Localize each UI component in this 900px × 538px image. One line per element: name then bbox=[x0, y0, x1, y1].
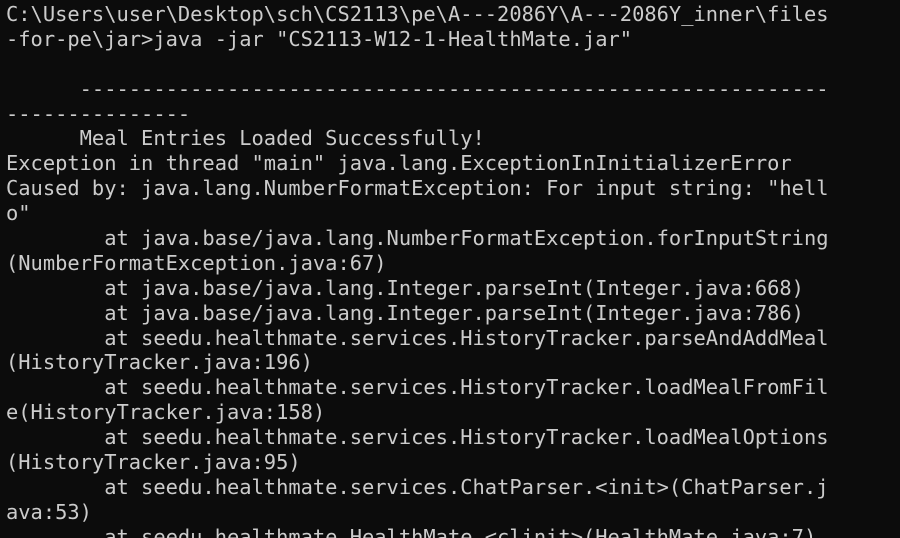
terminal-line-separator-wrap: --------------- bbox=[6, 101, 191, 126]
terminal-line-meal-loaded: Meal Entries Loaded Successfully! bbox=[6, 126, 485, 151]
terminal-line-exception: Exception in thread "main" java.lang.Exc… bbox=[6, 151, 792, 176]
stack-trace-line: at seedu.healthmate.services.HistoryTrac… bbox=[6, 375, 829, 400]
terminal-line-separator: ----------------------------------------… bbox=[6, 76, 829, 101]
terminal-line-command: -for-pe\jar>java -jar "CS2113-W12-1-Heal… bbox=[6, 26, 633, 51]
stack-trace-line: at seedu.healthmate.services.HistoryTrac… bbox=[6, 325, 829, 350]
stack-trace-line: at seedu.healthmate.HealthMate.<clinit>(… bbox=[6, 524, 817, 538]
stack-trace-line-wrap: (HistoryTracker.java:95) bbox=[6, 450, 301, 475]
stack-trace-line: at java.base/java.lang.NumberFormatExcep… bbox=[6, 226, 829, 251]
stack-trace-line-wrap: (NumberFormatException.java:67) bbox=[6, 250, 387, 275]
stack-trace-line: at java.base/java.lang.Integer.parseInt(… bbox=[6, 300, 804, 325]
terminal-line-caused-by: Caused by: java.lang.NumberFormatExcepti… bbox=[6, 176, 829, 201]
stack-trace-line: at seedu.healthmate.services.ChatParser.… bbox=[6, 474, 829, 499]
stack-trace-line: at java.base/java.lang.Integer.parseInt(… bbox=[6, 275, 804, 300]
terminal-line-caused-by-wrap: o" bbox=[6, 201, 31, 226]
stack-trace-line-wrap: e(HistoryTracker.java:158) bbox=[6, 400, 326, 425]
stack-trace-line-wrap: (HistoryTracker.java:196) bbox=[6, 350, 313, 375]
terminal-window[interactable]: C:\Users\user\Desktop\sch\CS2113\pe\A---… bbox=[0, 0, 900, 538]
stack-trace-line-wrap: ava:53) bbox=[6, 499, 92, 524]
terminal-line-command-path: C:\Users\user\Desktop\sch\CS2113\pe\A---… bbox=[6, 2, 829, 26]
stack-trace-line: at seedu.healthmate.services.HistoryTrac… bbox=[6, 425, 829, 450]
